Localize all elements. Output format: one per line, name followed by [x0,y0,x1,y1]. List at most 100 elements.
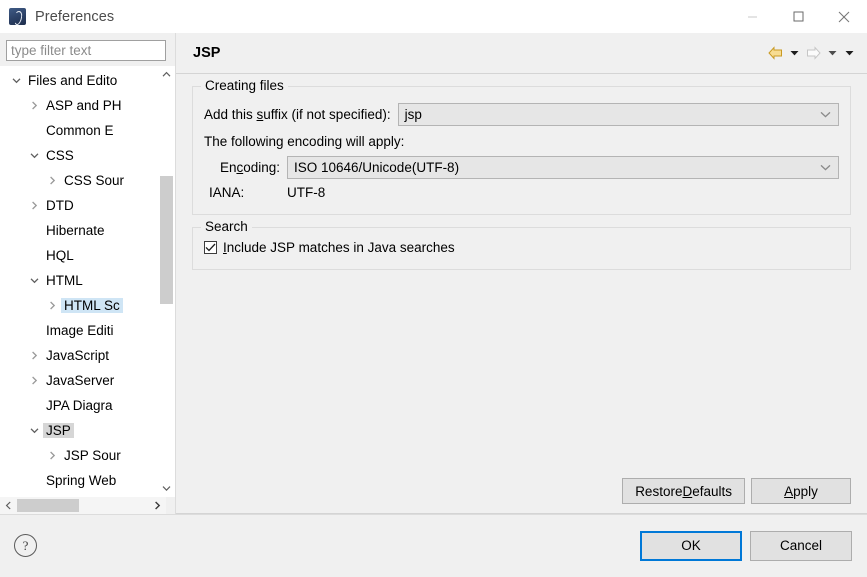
chevron-down-icon[interactable] [158,480,175,497]
tree-item-label-text: Image Editi [46,323,114,339]
chevron-right-icon[interactable] [26,351,43,360]
close-icon[interactable] [821,0,867,33]
cancel-button[interactable]: Cancel [750,530,852,561]
tree-hscroll-thumb[interactable] [17,499,79,512]
encoding-label: Encoding: [204,160,287,175]
chevron-up-icon[interactable] [158,66,175,83]
tree-vscroll-track[interactable] [158,83,175,480]
back-menu-caret-down-icon[interactable] [787,43,802,63]
tree-item-label: JSP Sour [61,448,124,463]
preferences-page: JSP Creating files Add this suffix (if n… [175,33,867,514]
tree-item-label-text: Spring Web [46,473,117,489]
tree-item-spring-web[interactable]: Spring Web [0,468,158,493]
forward-arrow-icon [804,43,823,63]
tree-item-label-text: JavaScript [46,348,110,364]
iana-row: IANA: UTF-8 [204,185,839,200]
tree-item-label-text: CSS Sour [64,173,125,189]
search-group-title: Search [201,219,252,234]
preferences-tree[interactable]: Files and Edito ASP and PH Common E CSS CSS … [0,66,158,497]
window-controls [729,0,867,33]
tree-item-label: Common E [43,123,117,138]
creating-files-group-title: Creating files [201,78,288,93]
chevron-down-icon[interactable] [26,152,43,159]
ok-button[interactable]: OK [640,530,742,561]
page-title: JSP [193,45,221,61]
filter-input[interactable]: type filter text [6,40,166,62]
tree-item-label-text: Files and Edito [28,73,118,89]
apply-button[interactable]: Apply [751,478,851,504]
chevron-left-icon[interactable] [0,497,17,514]
tree-item-html-sc[interactable]: HTML Sc [0,293,158,318]
tree-item-javaserver[interactable]: JavaServer [0,368,158,393]
chevron-right-icon[interactable] [44,176,61,185]
encoding-notice: The following encoding will apply: [204,134,405,149]
tree-item-label: HQL [43,248,77,263]
search-group: Search Include JSP matches in Java searc… [192,219,851,270]
include-jsp-matches-label: Include JSP matches in Java searches [223,240,455,255]
tree-item-label: JSP [43,423,74,439]
help-icon[interactable]: ? [14,534,37,557]
chevron-down-icon[interactable] [26,277,43,284]
tree-item-label-text: JavaServer [46,373,115,389]
chevron-right-icon[interactable] [44,301,61,310]
tree-item-image-editi[interactable]: Image Editi [0,318,158,343]
window-title: Preferences [35,8,115,25]
restore-defaults-mnemonic: D [682,483,693,499]
tree-item-javascript[interactable]: JavaScript [0,343,158,368]
minimize-icon[interactable] [729,0,775,33]
back-arrow-icon[interactable] [766,43,785,63]
suffix-label-pre: Add this [204,107,257,122]
chevron-down-icon[interactable] [26,427,43,434]
tree-hscroll-track[interactable] [17,497,149,514]
suffix-combo[interactable]: jsp [397,103,839,126]
tree-item-label: DTD [43,198,77,213]
tree-item-jsp-sour[interactable]: JSP Sour [0,443,158,468]
tree-item-common-e[interactable]: Common E [0,118,158,143]
restore-defaults-button[interactable]: Restore Defaults [622,478,745,504]
preferences-sidebar: type filter text Files and Edito ASP and … [0,33,175,514]
tree-item-hql[interactable]: HQL [0,243,158,268]
tree-vertical-scrollbar[interactable] [158,66,175,497]
include-jsp-matches-row[interactable]: Include JSP matches in Java searches [204,240,839,255]
page-nav-tools [766,43,857,63]
tree-item-asp-and-ph[interactable]: ASP and PH [0,93,158,118]
chevron-down-icon[interactable] [8,77,25,84]
encoding-combo[interactable]: ISO 10646/Unicode(UTF-8) [287,156,839,179]
tree-item-label-text: DTD [46,198,74,214]
page-divider [176,513,867,514]
tree-item-css[interactable]: CSS [0,143,158,168]
tree-item-label: JavaServer [43,373,117,388]
tree-item-files-and-edito[interactable]: Files and Edito [0,68,158,93]
tree-horizontal-scrollbar[interactable] [0,497,166,514]
suffix-combo-value: jsp [404,107,422,122]
tree-item-label: Image Editi [43,323,117,338]
chevron-right-icon[interactable] [44,451,61,460]
chevron-right-icon[interactable] [26,201,43,210]
dialog-body: type filter text Files and Edito ASP and … [0,33,867,514]
encoding-combo-value: ISO 10646/Unicode(UTF-8) [294,160,460,175]
tree-item-css-sour[interactable]: CSS Sour [0,168,158,193]
include-jsp-matches-checkbox[interactable] [204,241,217,254]
chevron-right-icon[interactable] [26,376,43,385]
view-menu-caret-down-icon[interactable] [842,43,857,63]
tree-item-label-text: CSS [46,148,74,164]
tree-item-dtd[interactable]: DTD [0,193,158,218]
dialog-footer: ? OK Cancel [0,514,867,576]
chevron-right-icon[interactable] [26,101,43,110]
tree-item-html[interactable]: HTML [0,268,158,293]
tree-item-label: HTML [43,273,86,288]
maximize-icon[interactable] [775,0,821,33]
forward-menu-caret-down-icon[interactable] [825,43,840,63]
page-header: JSP [176,33,867,74]
tree-item-jpa-diagra[interactable]: JPA Diagra [0,393,158,418]
tree-vscroll-thumb[interactable] [160,176,173,305]
tree-item-jsp[interactable]: JSP [0,418,158,443]
creating-files-group: Creating files Add this suffix (if not s… [192,78,851,215]
tree-item-label: Spring Web [43,473,119,488]
tree-item-hibernate[interactable]: Hibernate [0,218,158,243]
suffix-label: Add this suffix (if not specified): [204,107,391,122]
chevron-down-icon [820,111,831,118]
footer-buttons: OK Cancel [640,530,852,561]
tree-item-label-text: ASP and PH [46,98,122,114]
chevron-right-icon[interactable] [149,497,166,514]
